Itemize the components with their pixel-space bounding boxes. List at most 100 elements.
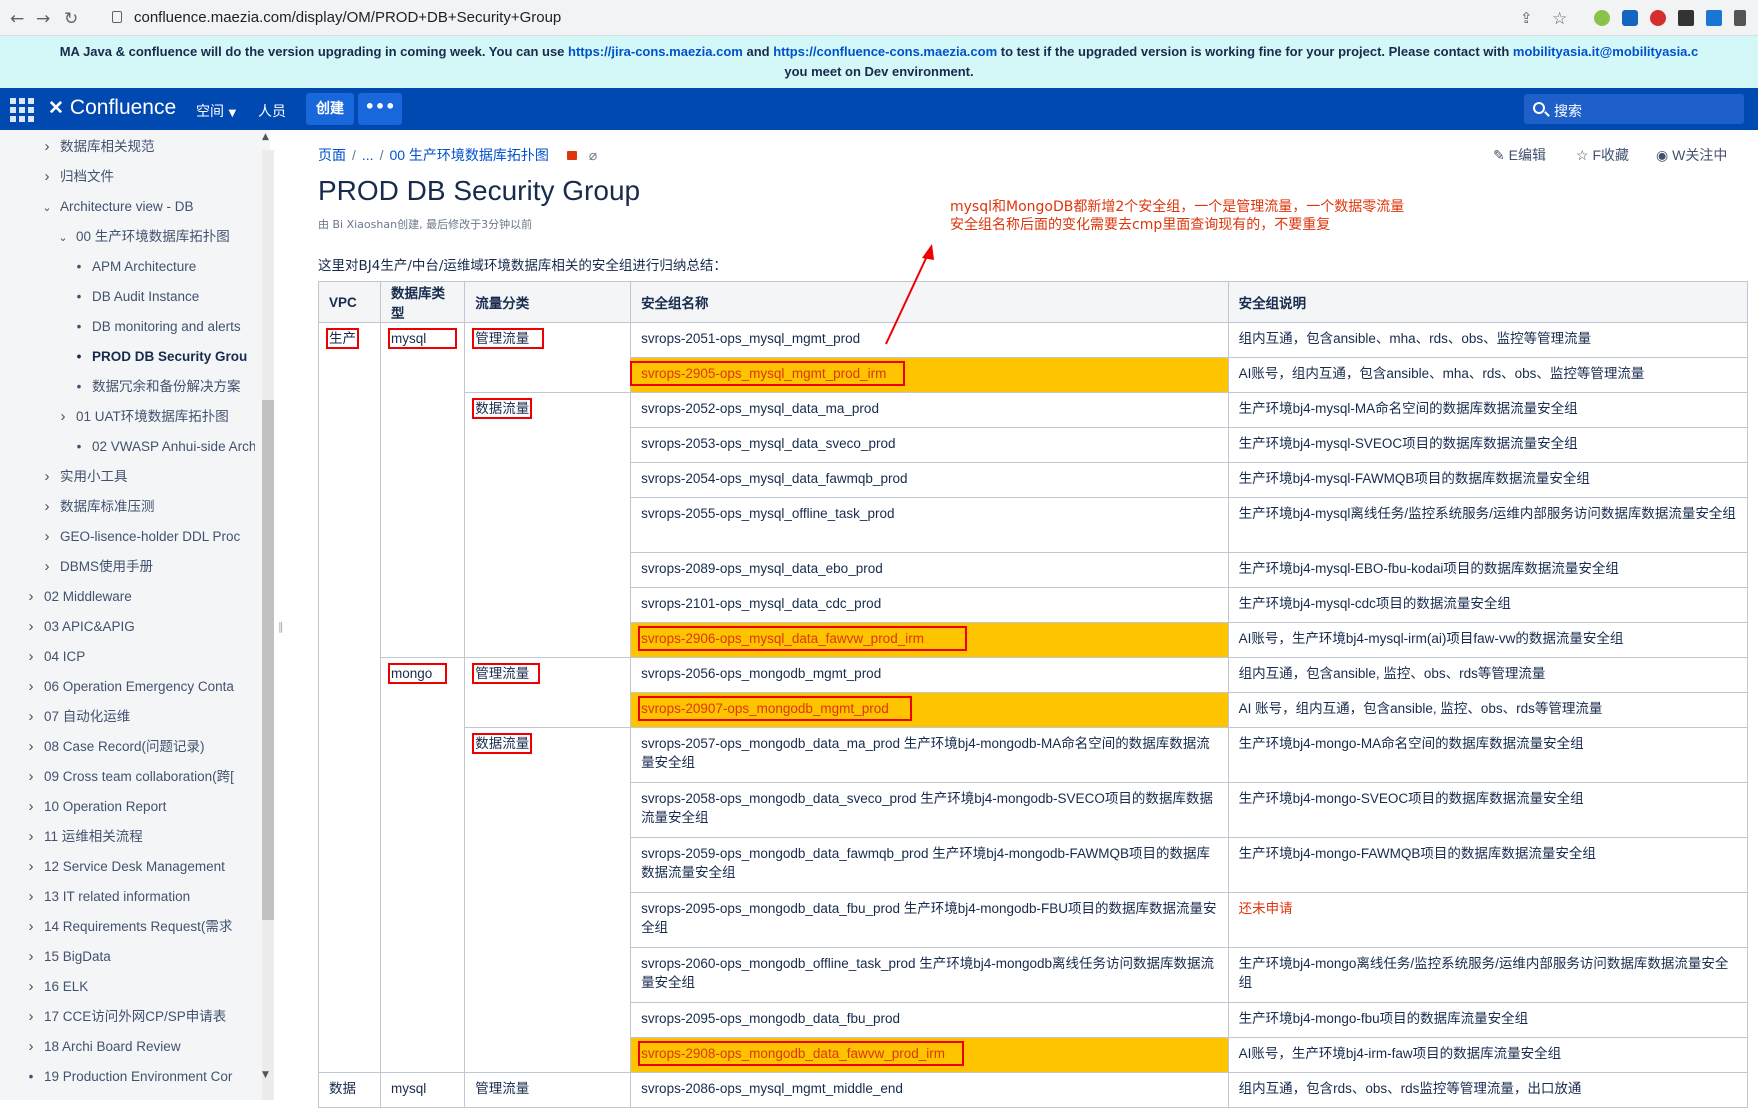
sidebar-item[interactable]: › 10 Operation Report xyxy=(0,793,255,821)
chevron-right-icon[interactable]: › xyxy=(24,1003,38,1031)
sidebar-item[interactable]: ⌄ Architecture view - DB xyxy=(0,193,255,221)
scroll-down-icon[interactable]: ▼ xyxy=(262,1070,269,1080)
more-create-button[interactable]: ••• xyxy=(358,93,402,125)
breadcrumb-item[interactable]: 00 生产环境数据库拓扑图 xyxy=(389,147,548,163)
chevron-right-icon[interactable]: › xyxy=(24,643,38,671)
sidebar-item[interactable]: › GEO-lisence-holder DDL Proc xyxy=(0,523,255,551)
sidebar-item[interactable]: › 04 ICP xyxy=(0,643,255,671)
extension-icon[interactable] xyxy=(1706,10,1722,26)
sidebar-item[interactable]: • PROD DB Security Grou xyxy=(0,343,255,371)
sidebar-item[interactable]: › 07 自动化运维 xyxy=(0,703,255,731)
sidebar-item[interactable]: › 01 UAT环境数据库拓扑图 xyxy=(0,403,255,431)
search-icon xyxy=(1533,102,1545,114)
chevron-right-icon[interactable]: › xyxy=(40,493,54,521)
chevron-right-icon[interactable]: › xyxy=(24,613,38,641)
sidebar-item[interactable]: › DBMS使用手册 xyxy=(0,553,255,581)
chevron-right-icon[interactable]: › xyxy=(24,673,38,701)
search-input[interactable]: 搜索 xyxy=(1524,94,1744,124)
scroll-up-icon[interactable]: ▲ xyxy=(262,132,269,142)
sidebar-item[interactable]: • 19 Production Environment Cor xyxy=(0,1063,255,1091)
chevron-right-icon[interactable]: › xyxy=(24,733,38,761)
sidebar-item[interactable]: › 02 Middleware xyxy=(0,583,255,611)
chevron-right-icon[interactable]: › xyxy=(40,133,54,161)
sidebar-item[interactable]: • APM Architecture xyxy=(0,253,255,281)
sidebar-item[interactable]: › 18 Archi Board Review xyxy=(0,1033,255,1061)
sidebar-item[interactable]: › 11 运维相关流程 xyxy=(0,823,255,851)
banner-link-email[interactable]: mobilityasia.it@mobilityasia.c xyxy=(1513,44,1698,59)
chevron-down-icon[interactable]: ⌄ xyxy=(40,194,54,221)
restriction-lock-icon[interactable] xyxy=(566,151,577,160)
sidebar-item[interactable]: • DB Audit Instance xyxy=(0,283,255,311)
breadcrumb-item[interactable]: 页面 xyxy=(318,147,346,163)
star-button[interactable]: ☆ F收藏 xyxy=(1576,145,1629,165)
forward-icon[interactable]: → xyxy=(36,9,50,29)
chevron-right-icon[interactable]: › xyxy=(24,703,38,731)
bullet-icon[interactable]: • xyxy=(72,313,86,341)
reload-icon[interactable]: ↻ xyxy=(64,9,78,29)
chevron-right-icon[interactable]: › xyxy=(40,523,54,551)
sidebar-item[interactable]: › 03 APIC&APIG xyxy=(0,613,255,641)
chevron-right-icon[interactable]: › xyxy=(24,853,38,881)
sidebar-resize-handle[interactable]: ‖ xyxy=(278,620,284,633)
chevron-down-icon[interactable]: ⌄ xyxy=(56,224,70,251)
sidebar-scroll-thumb[interactable] xyxy=(262,400,274,920)
chevron-right-icon[interactable]: › xyxy=(24,1033,38,1061)
sidebar-item[interactable]: • 02 VWASP Anhui-side Arch xyxy=(0,433,255,461)
bullet-icon[interactable]: • xyxy=(24,1063,38,1091)
chevron-right-icon[interactable]: › xyxy=(40,553,54,581)
chevron-right-icon[interactable]: › xyxy=(24,583,38,611)
chevron-right-icon[interactable]: › xyxy=(24,943,38,971)
share-icon[interactable]: ⇪ xyxy=(1520,9,1533,27)
watch-button[interactable]: ◉ W关注中 xyxy=(1656,145,1727,165)
sidebar-item[interactable]: • 数据冗余和备份解决方案 xyxy=(0,373,255,401)
sidebar-item[interactable]: › 16 ELK xyxy=(0,973,255,1001)
sidebar-item[interactable]: › 12 Service Desk Management xyxy=(0,853,255,881)
chevron-right-icon[interactable]: › xyxy=(24,913,38,941)
sidebar-item[interactable]: › 06 Operation Emergency Conta xyxy=(0,673,255,701)
app-switcher-icon[interactable] xyxy=(10,98,34,122)
sidebar-item[interactable]: • DB monitoring and alerts xyxy=(0,313,255,341)
bullet-icon[interactable]: • xyxy=(72,343,86,371)
bullet-icon[interactable]: • xyxy=(72,283,86,311)
chevron-right-icon[interactable]: › xyxy=(24,763,38,791)
chevron-right-icon[interactable]: › xyxy=(40,163,54,191)
extension-icon[interactable] xyxy=(1650,10,1666,26)
sidebar-item[interactable]: › 17 CCE访问外网CP/SP申请表 xyxy=(0,1003,255,1031)
sg-desc-cell: 组内互通，包含ansible, 监控、obs、rds等管理流量 xyxy=(1227,657,1749,693)
banner-link-confluence[interactable]: https://confluence-cons.maezia.com xyxy=(773,44,997,59)
chevron-right-icon[interactable]: › xyxy=(24,973,38,1001)
sidebar-item[interactable]: › 数据库标准压测 xyxy=(0,493,255,521)
extension-icon[interactable] xyxy=(1594,10,1610,26)
sidebar-item[interactable]: ⌄ 00 生产环境数据库拓扑图 xyxy=(0,223,255,251)
sidebar-item[interactable]: › 归档文件 xyxy=(0,163,255,191)
confluence-logo[interactable]: ✕ Confluence xyxy=(48,96,176,120)
sidebar-item[interactable]: › 15 BigData xyxy=(0,943,255,971)
sidebar-item[interactable]: › 09 Cross team collaboration(跨[ xyxy=(0,763,255,791)
chevron-right-icon[interactable]: › xyxy=(40,463,54,491)
bookmark-star-icon[interactable]: ☆ xyxy=(1552,9,1567,29)
chevron-right-icon[interactable]: › xyxy=(24,883,38,911)
extension-icon[interactable] xyxy=(1622,10,1638,26)
edit-button[interactable]: ✎ E编辑 xyxy=(1493,145,1546,165)
back-icon[interactable]: ← xyxy=(10,9,24,29)
sidebar-item[interactable]: › 14 Requirements Request(需求 xyxy=(0,913,255,941)
create-button[interactable]: 创建 xyxy=(306,93,354,125)
banner-link-jira[interactable]: https://jira-cons.maezia.com xyxy=(568,44,743,59)
people-link[interactable]: 人员 xyxy=(258,101,286,121)
spaces-menu[interactable]: 空间 ▼ xyxy=(196,101,236,121)
sidebar-item[interactable]: › 数据库相关规范 xyxy=(0,133,255,161)
chevron-right-icon[interactable]: › xyxy=(24,793,38,821)
bullet-icon[interactable]: • xyxy=(72,373,86,401)
sidebar-item[interactable]: › 实用小工具 xyxy=(0,463,255,491)
breadcrumb-item[interactable]: ... xyxy=(362,147,374,163)
chevron-right-icon[interactable]: › xyxy=(56,403,70,431)
attachment-icon[interactable]: ⌀ xyxy=(589,147,597,163)
sidebar-item[interactable]: › 13 IT related information xyxy=(0,883,255,911)
bullet-icon[interactable]: • xyxy=(72,253,86,281)
chevron-right-icon[interactable]: › xyxy=(24,823,38,851)
extension-icon[interactable] xyxy=(1678,10,1694,26)
bullet-icon[interactable]: • xyxy=(72,433,86,461)
extension-icon[interactable] xyxy=(1734,10,1746,26)
address-bar[interactable]: confluence.maezia.com/display/OM/PROD+DB… xyxy=(100,5,1500,31)
sidebar-item[interactable]: › 08 Case Record(问题记录) xyxy=(0,733,255,761)
